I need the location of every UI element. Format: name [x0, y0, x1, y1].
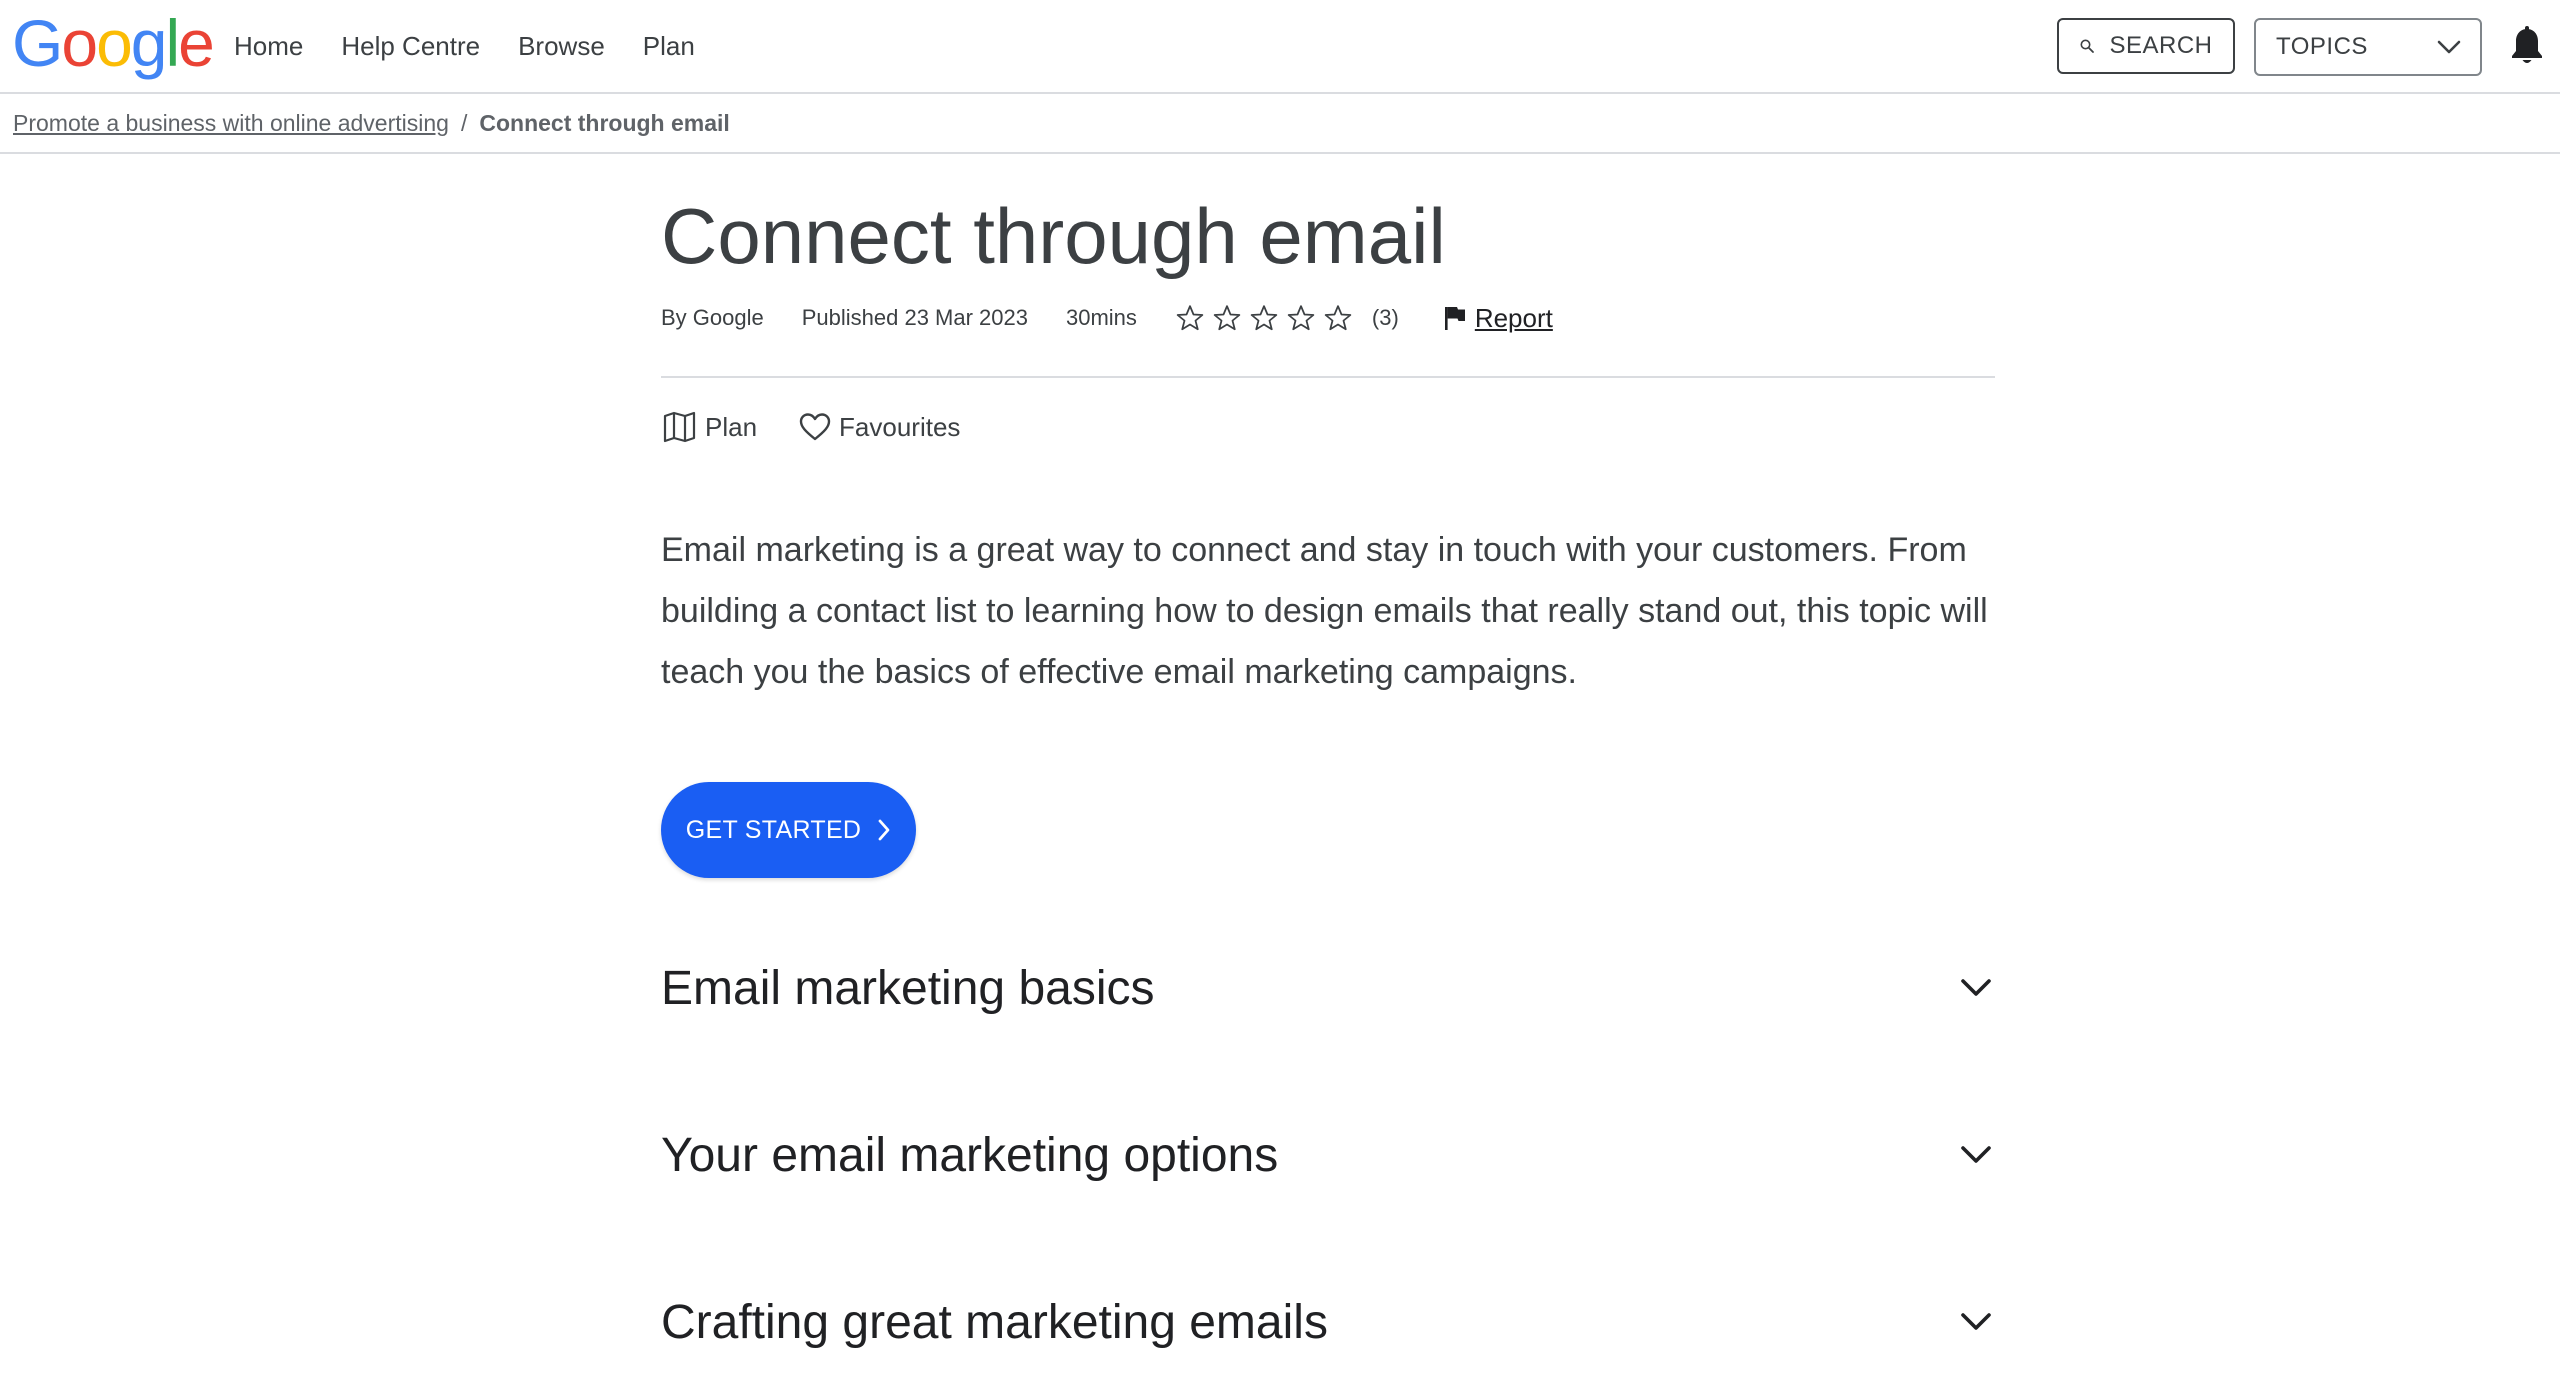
heart-icon — [799, 413, 831, 441]
nav-help-centre[interactable]: Help Centre — [341, 31, 480, 62]
page-title: Connect through email — [661, 192, 1446, 280]
add-to-favourites-button[interactable]: Favourites — [799, 412, 960, 443]
topics-dropdown-label: TOPICS — [2276, 33, 2368, 60]
add-to-plan-button[interactable]: Plan — [663, 411, 757, 443]
search-button-label: SEARCH — [2109, 32, 2213, 59]
logo-letter: g — [130, 6, 168, 80]
article-meta: By Google Published 23 Mar 2023 30mins (… — [661, 298, 1553, 338]
search-button[interactable]: SEARCH — [2057, 18, 2235, 74]
star-empty-icon[interactable] — [1212, 303, 1242, 333]
rating-count: (3) — [1371, 305, 1399, 330]
chevron-down-icon[interactable] — [1959, 977, 1993, 999]
top-header: G o o g l e Home Help Centre Browse Plan… — [0, 0, 2560, 94]
section-title: Crafting great marketing emails — [661, 1295, 1328, 1349]
breadcrumb-parent-link[interactable]: Promote a business with online advertisi… — [13, 110, 449, 137]
nav-plan[interactable]: Plan — [643, 31, 695, 62]
nav-browse[interactable]: Browse — [518, 31, 605, 62]
chevron-down-icon[interactable] — [1959, 1144, 1993, 1166]
star-rating[interactable] — [1175, 303, 1360, 333]
map-icon — [663, 411, 696, 443]
article-published-date: Published 23 Mar 2023 — [801, 305, 1028, 330]
meta-divider — [661, 376, 1995, 378]
chevron-right-icon — [878, 819, 890, 841]
chevron-down-icon[interactable] — [1959, 1311, 1993, 1333]
logo-letter: o — [96, 6, 133, 80]
breadcrumb: Promote a business with online advertisi… — [0, 94, 2560, 154]
article-duration: 30mins — [1066, 305, 1137, 330]
section-email-marketing-options[interactable]: Your email marketing options — [661, 1115, 1995, 1195]
favourites-label: Favourites — [839, 411, 961, 442]
main-nav: Home Help Centre Browse Plan — [234, 0, 733, 92]
nav-home[interactable]: Home — [234, 31, 303, 62]
logo-letter: o — [61, 6, 98, 80]
get-started-button[interactable]: GET STARTED — [661, 782, 916, 878]
article-author: By Google — [661, 305, 764, 330]
breadcrumb-current: Connect through email — [479, 109, 730, 136]
chevron-down-icon — [2436, 39, 2462, 55]
notification-bell-icon[interactable] — [2510, 26, 2544, 71]
section-title: Your email marketing options — [661, 1128, 1279, 1182]
flag-icon — [1444, 307, 1465, 330]
report-link[interactable]: Report — [1443, 303, 1553, 334]
logo-letter: G — [12, 6, 63, 80]
section-email-marketing-basics[interactable]: Email marketing basics — [661, 948, 1995, 1028]
article-actions: Plan Favourites — [663, 402, 1002, 452]
section-title: Email marketing basics — [661, 961, 1155, 1015]
star-empty-icon[interactable] — [1175, 303, 1205, 333]
logo-letter: e — [178, 6, 215, 80]
section-crafting-marketing-emails[interactable]: Crafting great marketing emails — [661, 1282, 1995, 1362]
star-empty-icon[interactable] — [1286, 303, 1316, 333]
star-empty-icon[interactable] — [1249, 303, 1279, 333]
google-logo[interactable]: G o o g l e — [12, 6, 215, 80]
report-label: Report — [1474, 302, 1553, 333]
star-empty-icon[interactable] — [1323, 303, 1353, 333]
plan-label: Plan — [705, 411, 758, 442]
search-icon — [2079, 38, 2095, 54]
intro-paragraph: Email marketing is a great way to connec… — [661, 531, 1988, 691]
get-started-label: GET STARTED — [685, 815, 862, 844]
logo-letter: l — [165, 6, 181, 80]
breadcrumb-separator: / — [460, 109, 468, 136]
topics-dropdown[interactable]: TOPICS — [2254, 18, 2482, 76]
